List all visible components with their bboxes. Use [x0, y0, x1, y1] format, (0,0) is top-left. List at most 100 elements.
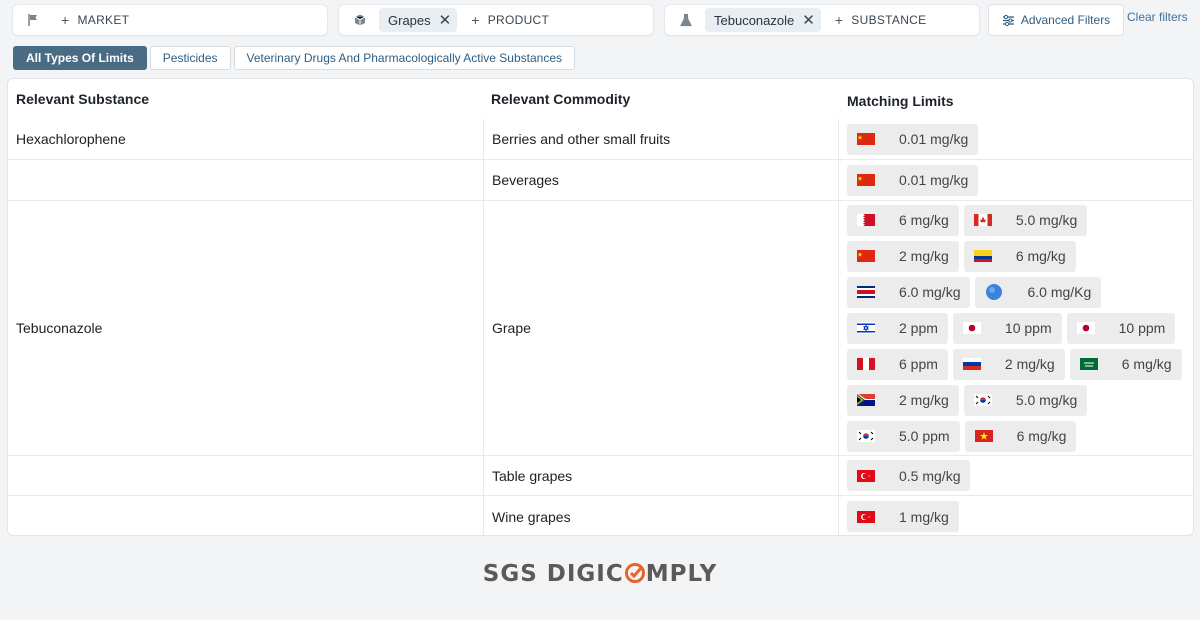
commodity-cell: Beverages: [483, 160, 838, 200]
add-substance-label: SUBSTANCE: [851, 13, 927, 27]
limit-value: 6 mg/kg: [1015, 248, 1066, 264]
add-market-label: MARKET: [77, 13, 130, 27]
logo-text-left: SGS DIGIC: [482, 561, 624, 587]
flag-ca-icon: [973, 214, 1004, 226]
limit-type-tabs: All Types Of Limits Pesticides Veterinary …: [13, 46, 575, 70]
flag-cr-icon: [857, 286, 887, 298]
product-filter: Grapes ✕ + PRODUCT: [338, 4, 654, 36]
limit-chip[interactable]: 6 mg/kg: [847, 204, 959, 236]
limit-chip[interactable]: 2 mg/kg: [847, 240, 959, 272]
flag-pe-icon: [857, 358, 887, 370]
logo-text-right: MPLY: [645, 561, 718, 587]
substance-cell: [16, 496, 482, 535]
filter-bar: + MARKET Grapes ✕ + PRODUCT Tebuconazole ✕…: [12, 4, 1200, 36]
substance-cell: Tebuconazole: [16, 320, 103, 336]
table-row: Beverages 0.01 mg/kg: [8, 160, 1193, 201]
sgs-digicomply-logo: SGS DIGIC MPLY: [0, 561, 1200, 590]
substance-chip: Tebuconazole ✕: [705, 8, 821, 32]
limit-value: 0.01 mg/kg: [899, 131, 969, 147]
limit-chip[interactable]: 6 mg/kg: [963, 240, 1076, 272]
limit-value: 1 mg/kg: [899, 508, 949, 525]
limit-value: 0.5 mg/kg: [899, 467, 961, 484]
table-row: Hexachlorophene Berries and other small f…: [8, 119, 1193, 160]
limit-chip[interactable]: 6 mg/kg: [964, 420, 1077, 452]
add-product-label: PRODUCT: [487, 13, 550, 27]
flag-sa-icon: [1079, 358, 1110, 370]
sliders-icon: [1002, 14, 1014, 26]
limit-chip[interactable]: 0.5 mg/kg: [847, 460, 971, 491]
flask-icon: [677, 11, 695, 29]
limit-value: 10 ppm: [1118, 320, 1166, 336]
substance-filter: Tebuconazole ✕ + SUBSTANCE: [664, 4, 980, 36]
flag-co-icon: [973, 250, 1004, 262]
product-chip: Grapes ✕: [379, 8, 458, 32]
flag-jp-icon: [1076, 322, 1107, 334]
clear-filters-link[interactable]: Clear filters: [1127, 10, 1188, 24]
limits-cell: 0.01 mg/kg: [838, 160, 1193, 200]
limit-chip[interactable]: 5.0 ppm: [847, 420, 960, 452]
limit-chip[interactable]: 5.0 mg/kg: [963, 384, 1088, 416]
flag-tr-icon: [857, 510, 887, 523]
tab-all-types-of-limits[interactable]: All Types Of Limits: [13, 46, 147, 70]
limit-chip[interactable]: 0.01 mg/kg: [847, 123, 979, 155]
limit-chip[interactable]: 10 ppm: [952, 312, 1062, 344]
advanced-filters-label: Advanced Filters: [1020, 13, 1111, 27]
substance-cell: [16, 456, 482, 495]
limit-chip[interactable]: 6.0 mg/kg: [847, 276, 971, 308]
limit-chip[interactable]: 5.0 mg/kg: [963, 204, 1088, 236]
add-substance-button[interactable]: + SUBSTANCE: [835, 12, 927, 28]
flag-za-icon: [857, 394, 887, 406]
limit-value: 6 mg/kg: [1016, 428, 1067, 444]
flag-vn-icon: [974, 430, 1005, 442]
table-row: Table grapes 0.5 mg/kg: [8, 456, 1193, 496]
substance-chip-label: Tebuconazole: [714, 12, 795, 28]
limit-value: 6.0 mg/kg: [899, 284, 961, 300]
limit-chip[interactable]: 2 mg/kg: [952, 348, 1065, 380]
commodity-cell: Table grapes: [483, 456, 838, 495]
add-product-button[interactable]: + PRODUCT: [471, 12, 549, 28]
limit-chip[interactable]: 10 ppm: [1066, 312, 1176, 344]
advanced-filters-button[interactable]: Advanced Filters: [988, 4, 1124, 36]
box-icon: [351, 11, 369, 29]
limits-cell: 0.5 mg/kg: [838, 456, 1193, 495]
limit-value: 2 ppm: [899, 320, 938, 336]
add-market-button[interactable]: + MARKET: [61, 12, 129, 28]
limit-chip[interactable]: 0.01 mg/kg: [847, 164, 979, 196]
limit-chip[interactable]: 2 mg/kg: [847, 384, 959, 416]
limits-cell: 1 mg/kg: [838, 496, 1193, 535]
limits-cell: 6 mg/kg 5.0 mg/kg 2 mg/kg 6 mg/kg 6.0 mg/kg 6…: [838, 201, 1193, 455]
flag-cn-icon: [857, 133, 887, 145]
limit-chip[interactable]: 6.0 mg/Kg: [975, 276, 1102, 308]
market-filter: + MARKET: [12, 4, 328, 36]
product-chip-label: Grapes: [388, 12, 431, 28]
flag-circle-icon: [985, 283, 1015, 301]
tab-veterinary-drugs-and-pharmacologically-active-substances[interactable]: Veterinary Drugs And Pharmacologically A…: [233, 46, 575, 70]
commodity-cell: Wine grapes: [483, 496, 838, 535]
flag-icon: [25, 11, 43, 29]
flag-kr-icon: [857, 430, 887, 442]
limit-value: 0.01 mg/kg: [899, 172, 969, 188]
table-row: Tebuconazole Grape 6 mg/kg 5.0 mg/kg 2 mg/kg…: [8, 201, 1193, 456]
logo-check-icon: [624, 562, 646, 590]
commodity-cell: Berries and other small fruits: [483, 119, 838, 159]
limit-chip[interactable]: 1 mg/kg: [847, 501, 959, 532]
limit-value: 5.0 mg/kg: [1015, 212, 1078, 228]
limit-value: 5.0 mg/kg: [1015, 392, 1078, 408]
limit-value: 6 ppm: [899, 356, 938, 372]
table-row: Wine grapes 1 mg/kg: [8, 496, 1193, 535]
remove-product-icon[interactable]: ✕: [439, 13, 452, 28]
limit-value: 2 mg/kg: [899, 392, 949, 408]
limit-value: 2 mg/kg: [899, 248, 949, 264]
limit-chip[interactable]: 6 mg/kg: [1069, 348, 1182, 380]
flag-tr-icon: [857, 469, 887, 482]
limits-table: Relevant Substance Relevant Commodity Ma…: [7, 78, 1194, 536]
substance-cell: Hexachlorophene: [16, 131, 126, 147]
flag-ru-icon: [962, 358, 993, 370]
header-substance: Relevant Substance: [16, 91, 150, 107]
flag-kr-icon: [973, 394, 1004, 406]
limit-chip[interactable]: 2 ppm: [847, 312, 948, 344]
limit-value: 6.0 mg/Kg: [1027, 284, 1092, 300]
tab-pesticides[interactable]: Pesticides: [149, 46, 231, 70]
limit-chip[interactable]: 6 ppm: [847, 348, 948, 380]
remove-substance-icon[interactable]: ✕: [802, 13, 815, 28]
